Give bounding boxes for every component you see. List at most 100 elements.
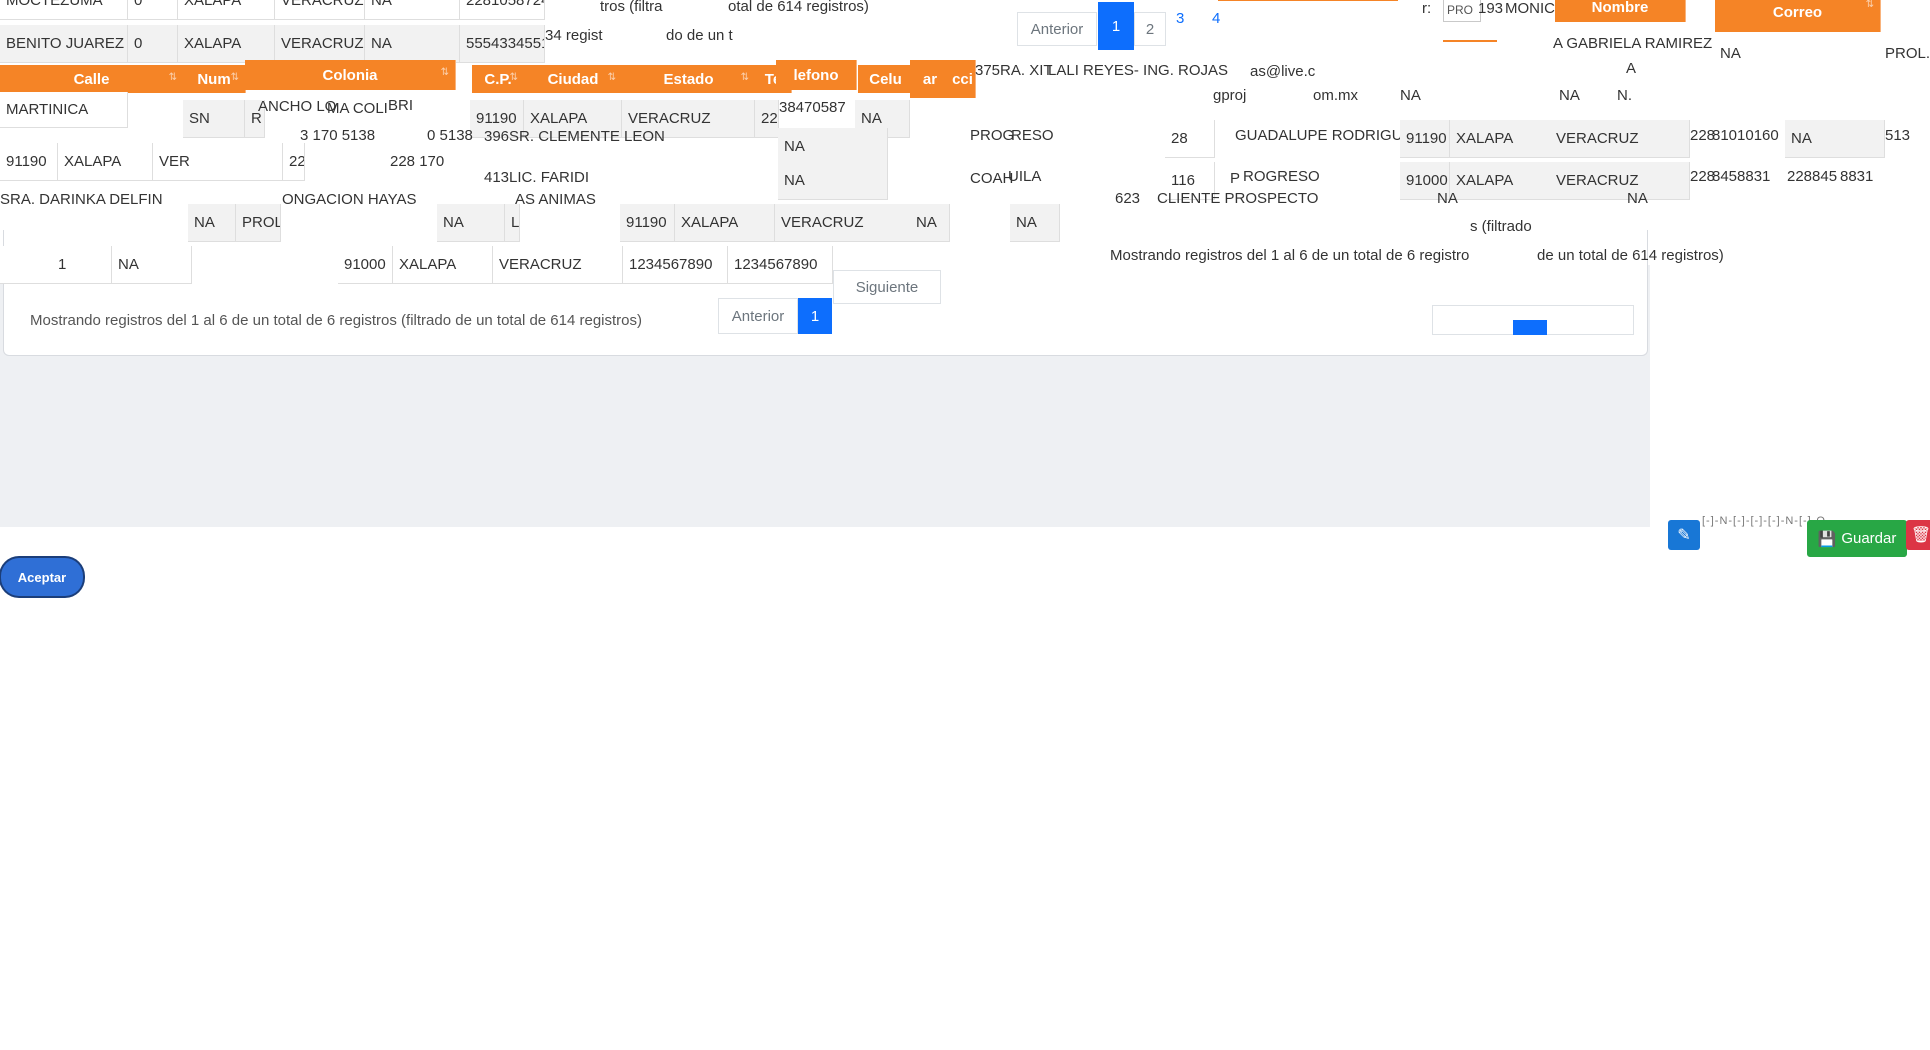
table-cell: 5554334551	[460, 25, 545, 63]
search-input[interactable]: PRO	[1443, 0, 1481, 22]
sort-icon: ⇅	[1865, 0, 1874, 10]
edit-icon: ✎	[1677, 527, 1691, 544]
info-text-fragment: NA	[1627, 190, 1648, 207]
pagination-page-3[interactable]: 3	[1176, 10, 1184, 27]
pagination-page-1[interactable]: 1	[1098, 2, 1134, 50]
column-header-calle[interactable]: Calle ⇅	[0, 65, 184, 93]
trash-icon: 🗑	[1910, 527, 1930, 544]
save-button[interactable]: 💾 Guardar	[1807, 520, 1907, 557]
header-strip	[1218, 0, 1398, 1]
column-header-num[interactable]: Num ⇅	[183, 65, 246, 93]
table-cell: XALAPA	[675, 204, 775, 242]
table-cell: 91190	[620, 204, 675, 242]
column-header-colonia[interactable]: Colonia ⇅	[245, 60, 456, 90]
info-text-fragment: NA	[1400, 87, 1421, 104]
table-cell: 1	[0, 246, 112, 284]
table-cell: XALAPA	[1450, 120, 1555, 158]
table-cell: 228 170	[390, 153, 445, 170]
column-header-estado[interactable]: Estado ⇅	[622, 65, 756, 93]
column-header-correo[interactable]: Correo ⇅	[1715, 0, 1881, 32]
table-info-text: Mostrando registros del 1 al 6 de un tot…	[30, 312, 643, 329]
table-cell: NA	[1010, 204, 1060, 242]
pagination-page-4[interactable]: 4	[1212, 10, 1220, 27]
info-text-fragment: N.	[1617, 87, 1632, 104]
table-cell: NA	[778, 128, 888, 166]
info-text-fragment: 513	[1885, 127, 1911, 144]
info-text-fragment: RESO	[1011, 127, 1054, 144]
sort-icon: ⇅	[607, 72, 616, 83]
table-cell: SRA. DARINKA DELFIN	[0, 191, 163, 208]
info-text-fragment: 413LIC. FARIDI	[484, 169, 590, 186]
table-cell: ANCHO LO	[258, 98, 337, 115]
table-cell: VER	[153, 143, 283, 181]
info-text-fragment: 228845	[1787, 168, 1838, 185]
table-cell: VERACRUZ	[1550, 120, 1690, 158]
delete-button[interactable]: 🗑	[1906, 520, 1930, 550]
pagination-page-1[interactable]: 1	[798, 298, 832, 334]
info-text-fragment: PROG	[970, 127, 1015, 144]
table-cell: NA	[112, 246, 192, 284]
info-text-fragment: 623	[1115, 190, 1141, 207]
info-text-fragment: 8458831	[1712, 168, 1771, 185]
table-cell: 38470587	[779, 99, 846, 116]
table-cell: VERACRUZ	[493, 246, 623, 284]
info-text-fragment: ROGRESO	[1243, 168, 1320, 185]
column-header-fragment[interactable]: ar	[910, 60, 951, 98]
edit-button[interactable]: ✎	[1668, 520, 1700, 550]
column-header-fragment[interactable]: cci	[950, 60, 976, 98]
table-cell: MOCTEZUMA	[0, 0, 128, 20]
save-button-label: Guardar	[1841, 530, 1897, 547]
table-cell: AS ANIMAS	[515, 191, 596, 208]
info-text-fragment: LALI REYES- ING. ROJAS	[1048, 62, 1229, 79]
info-text-fragment: 375RA. XIT	[975, 62, 1053, 79]
column-header-telefono-2[interactable]: lefono	[776, 60, 857, 90]
table-cell: BENITO JUAREZ	[0, 25, 128, 63]
table-cell: L	[505, 204, 520, 242]
info-text-fragment: NA	[1559, 87, 1580, 104]
info-text-fragment: A	[1626, 60, 1637, 77]
table-cell: VERACRUZ	[275, 0, 365, 20]
table-cell: 1234567890	[623, 246, 728, 284]
pagination-previous[interactable]: Anterior	[718, 298, 798, 334]
column-header-celular[interactable]: Celu	[858, 65, 914, 93]
column-header-cp[interactable]: C.P. ⇅	[472, 65, 525, 93]
search-underline	[1443, 40, 1497, 42]
info-text-fragment: s (filtrado	[1470, 218, 1532, 235]
sort-icon: ⇅	[440, 67, 449, 78]
table-cell: NA	[365, 25, 460, 63]
info-text-fragment: P	[1230, 170, 1241, 187]
accept-button[interactable]: Aceptar	[1, 558, 83, 596]
pagination-previous[interactable]: Anterior	[1017, 12, 1097, 46]
table-cell: 91190	[1400, 120, 1450, 158]
sort-icon: ⇅	[740, 72, 749, 83]
table-cell: SN	[183, 100, 245, 138]
table-cell: PROL	[236, 204, 281, 242]
info-text-fragment: 8831	[1840, 168, 1874, 185]
table-cell: NA	[910, 204, 950, 242]
table-cell: 91190	[0, 143, 58, 181]
info-text-fragment: as@live.c	[1250, 63, 1316, 80]
table-cell: 0	[128, 25, 178, 63]
table-cell: 28	[1165, 120, 1215, 158]
pagination-next[interactable]: Siguiente	[833, 270, 941, 304]
column-header-nombre[interactable]: Nombre	[1555, 0, 1686, 22]
table-cell: 228	[755, 100, 779, 138]
info-text-fragment: tros (filtra	[600, 0, 663, 15]
table-cell: VERACRUZ	[275, 25, 365, 63]
table-cell: MA COLI	[327, 100, 388, 117]
table-cell: 0 5138	[427, 127, 473, 144]
info-text-fragment: Mostrando registros del 1 al 6 de un tot…	[1110, 247, 1470, 264]
table-cell: NA	[188, 204, 236, 242]
pagination-page-2[interactable]: 2	[1134, 12, 1166, 46]
table-cell: NA	[437, 204, 505, 242]
info-text-fragment: GUADALUPE RODRIGUEZ	[1235, 127, 1422, 144]
sort-icon: ⇅	[168, 72, 177, 83]
pagination-active-fragment	[1513, 320, 1547, 335]
table-cell: XALAPA	[1450, 162, 1555, 200]
column-header-ciudad[interactable]: Ciudad ⇅	[524, 65, 623, 93]
table-cell: XALAPA	[58, 143, 153, 181]
table-cell: ONGACION HAYAS	[282, 191, 417, 208]
info-text-fragment: A GABRIELA RAMIREZ	[1553, 35, 1713, 52]
table-cell: XALAPA	[393, 246, 493, 284]
info-text-fragment: do de un t	[666, 27, 733, 44]
